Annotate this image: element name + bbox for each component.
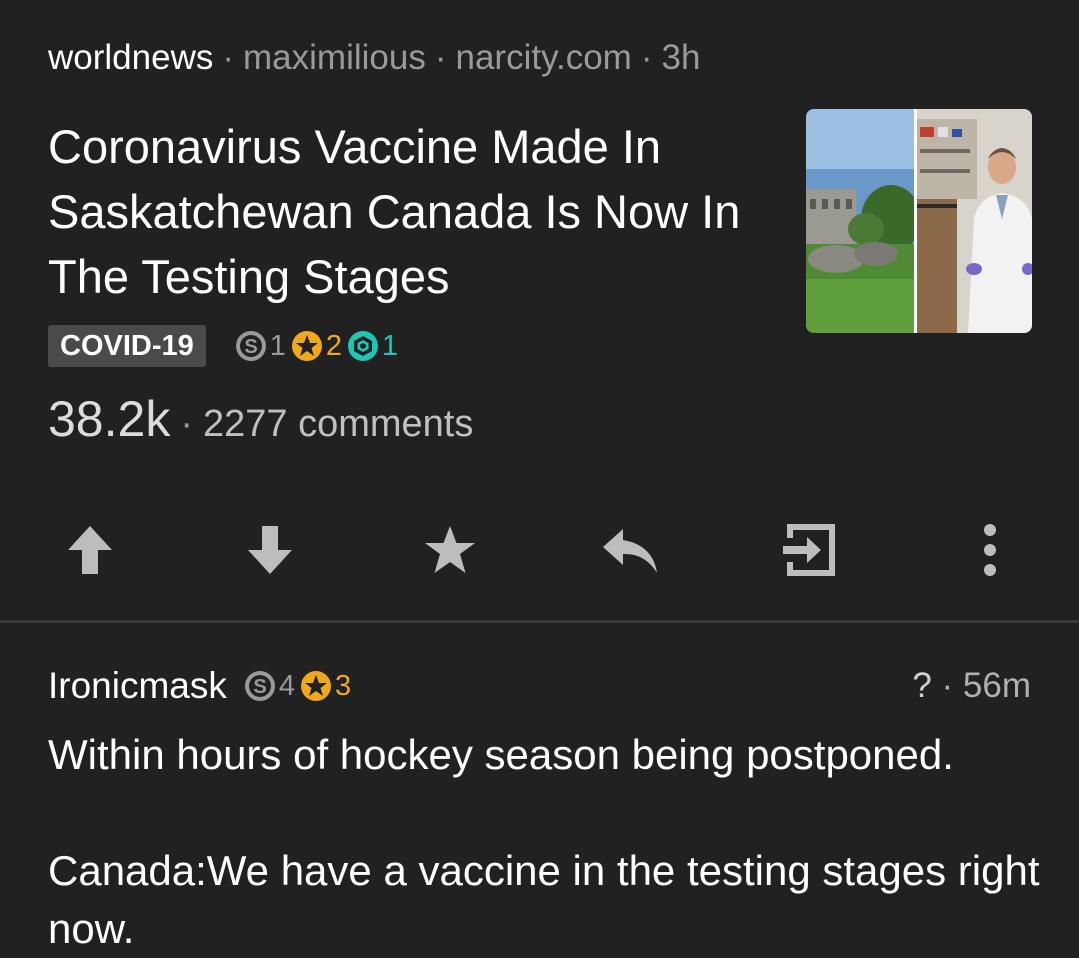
comment-meta: ? · 56m bbox=[912, 662, 1031, 710]
platinum-award-count: 1 bbox=[382, 329, 399, 362]
post-score: 38.2k bbox=[48, 391, 171, 447]
gold-award-icon bbox=[291, 331, 322, 361]
reply-icon bbox=[603, 529, 657, 573]
separator-dot: · bbox=[222, 38, 235, 77]
comment-body: Within hours of hockey season being post… bbox=[48, 726, 1048, 958]
more-options-button[interactable] bbox=[958, 518, 1022, 582]
post-domain-link[interactable]: narcity.com bbox=[455, 38, 631, 77]
separator-dot: · bbox=[640, 38, 653, 77]
separator-dot: · bbox=[180, 403, 193, 445]
separator-dot: · bbox=[434, 38, 447, 77]
section-divider bbox=[0, 620, 1079, 623]
post-stats: 38.2k · 2277 comments bbox=[48, 390, 473, 448]
downvote-icon bbox=[248, 526, 292, 574]
silver-award-icon: S bbox=[235, 331, 266, 361]
separator-dot: · bbox=[931, 666, 963, 705]
downvote-button[interactable] bbox=[238, 518, 302, 582]
upvote-button[interactable] bbox=[58, 518, 122, 582]
comment-age: 56m bbox=[962, 666, 1031, 705]
svg-text:S: S bbox=[244, 336, 257, 358]
gold-award[interactable]: 2 bbox=[290, 329, 342, 363]
upvote-icon bbox=[68, 526, 112, 574]
silver-award-count: 1 bbox=[269, 329, 286, 362]
post-action-bar bbox=[0, 518, 1079, 582]
silver-award-icon: S bbox=[244, 671, 275, 701]
comments-count[interactable]: 2277 comments bbox=[203, 403, 473, 445]
gold-award-count: 2 bbox=[325, 329, 343, 362]
comment-score: ? bbox=[912, 666, 932, 705]
silver-award[interactable]: S 1 bbox=[234, 329, 286, 363]
gold-award-icon bbox=[301, 671, 332, 701]
post-page: worldnews · maximilious · narcity.com · 3h Cor… bbox=[0, 0, 1079, 958]
subreddit-link[interactable]: worldnews bbox=[48, 38, 213, 77]
comment-paragraph: Within hours of hockey season being post… bbox=[48, 731, 954, 778]
platinum-award[interactable]: 1 bbox=[346, 329, 398, 363]
silver-award-count: 4 bbox=[278, 669, 296, 702]
more-options-icon bbox=[984, 524, 996, 576]
post-author-link[interactable]: maximilious bbox=[243, 38, 426, 77]
comment-author[interactable]: Ironicmask bbox=[48, 665, 227, 707]
flair-and-awards: COVID-19 S 1 2 1 bbox=[48, 324, 402, 368]
post-age: 3h bbox=[661, 38, 701, 77]
open-link-icon bbox=[783, 524, 835, 576]
post-title[interactable]: Coronavirus Vaccine Made In Saskatchewan… bbox=[48, 114, 768, 309]
comment-paragraph: Canada:We have a vaccine in the testing … bbox=[48, 847, 1040, 952]
platinum-award-icon bbox=[348, 331, 379, 361]
thumbnail-image[interactable] bbox=[806, 109, 1032, 333]
save-star-icon bbox=[425, 526, 475, 573]
svg-text:S: S bbox=[253, 676, 266, 698]
save-button[interactable] bbox=[418, 518, 482, 582]
silver-award[interactable]: S 4 bbox=[243, 669, 295, 703]
comment-header: Ironicmask S 4 3 bbox=[48, 662, 355, 710]
post-flair[interactable]: COVID-19 bbox=[48, 325, 206, 367]
post-meta: worldnews · maximilious · narcity.com · 3h bbox=[48, 36, 700, 80]
open-link-button[interactable] bbox=[778, 518, 842, 582]
gold-award[interactable]: 3 bbox=[299, 669, 351, 703]
gold-award-count: 3 bbox=[335, 669, 352, 702]
reply-button[interactable] bbox=[598, 518, 662, 582]
